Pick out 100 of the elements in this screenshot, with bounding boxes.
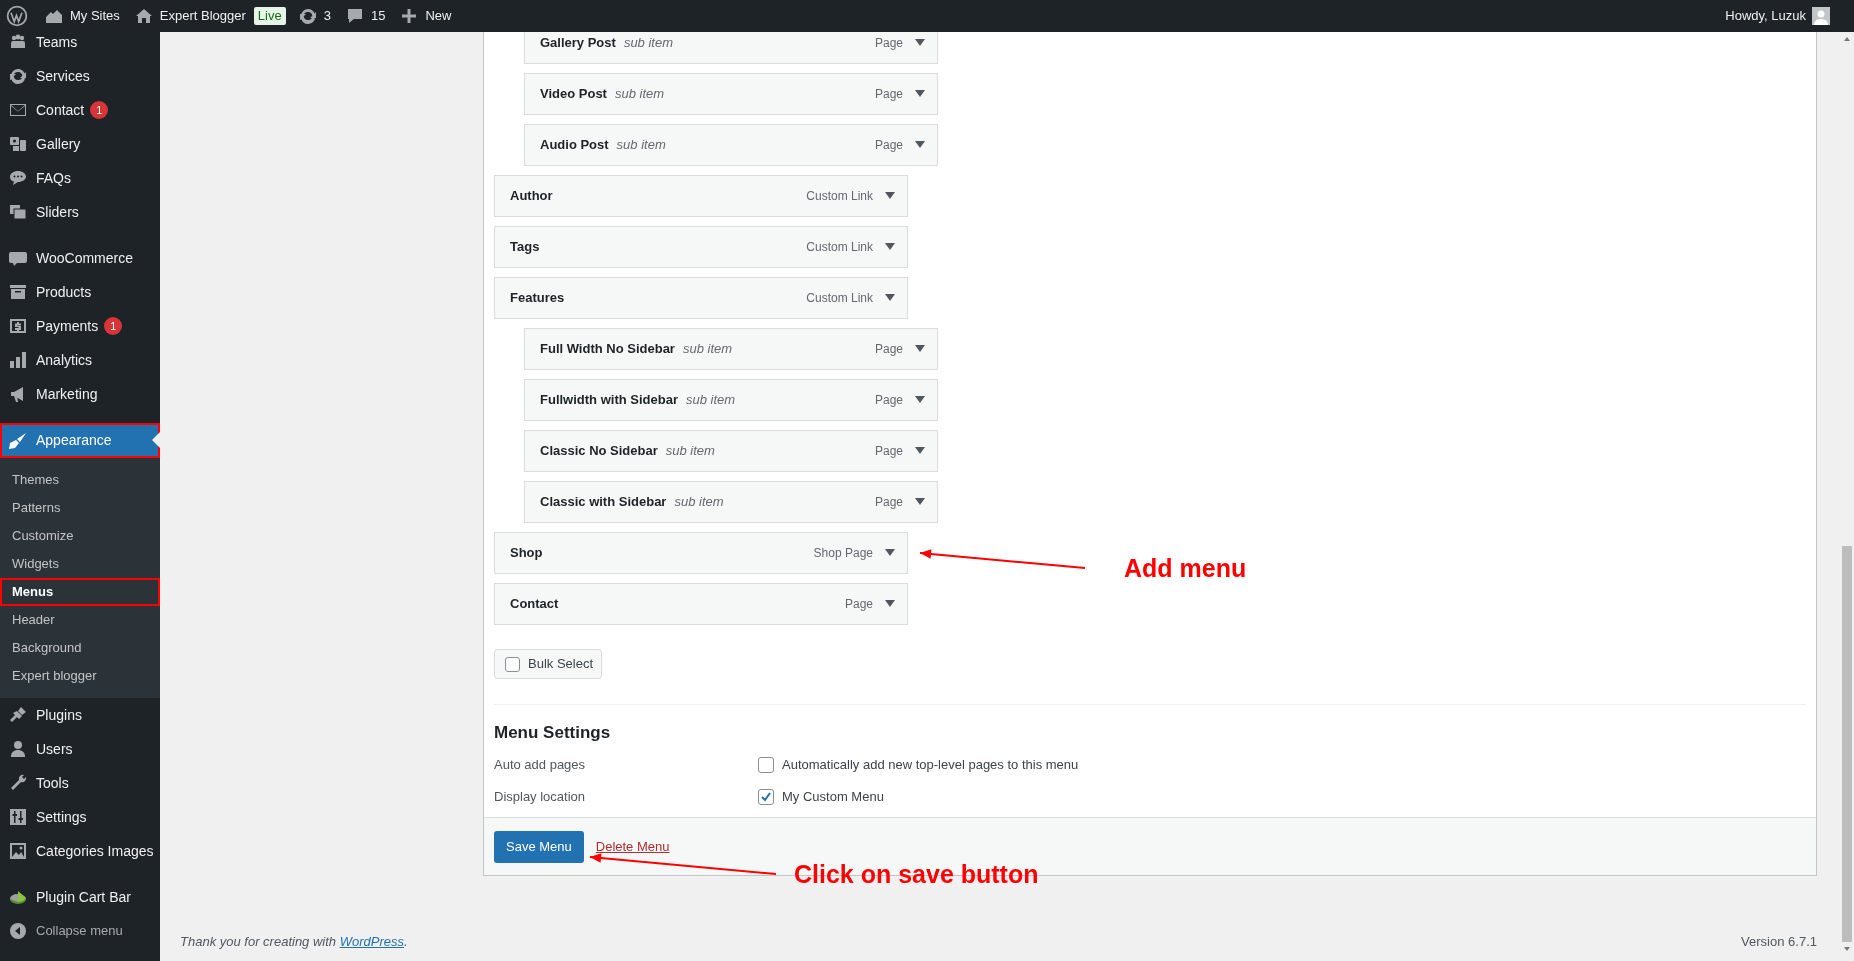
sidebar-item[interactable]: Sliders bbox=[0, 195, 160, 229]
submenu-item[interactable]: Expert blogger bbox=[0, 662, 160, 690]
sidebar-item[interactable]: Marketing bbox=[0, 377, 160, 411]
refresh-icon bbox=[8, 66, 28, 86]
menu-item-type: Page bbox=[874, 341, 903, 358]
collapse-icon bbox=[8, 921, 28, 941]
submenu-item[interactable]: Background bbox=[0, 634, 160, 662]
menu-item-title: Classic No Sidebar bbox=[540, 442, 658, 461]
menu-item-note: sub item bbox=[665, 442, 715, 461]
menu-item-type: Page bbox=[874, 35, 903, 52]
menu-item-title: Classic with Sidebar bbox=[540, 493, 667, 512]
setting-label: Auto add pages bbox=[494, 755, 587, 774]
caret-icon bbox=[915, 89, 925, 99]
sidebar-item[interactable]: Settings bbox=[0, 800, 160, 834]
menu-item-bar[interactable]: Author Custom Link bbox=[494, 175, 908, 217]
sidebar-item[interactable]: Categories Images bbox=[0, 834, 160, 868]
caret-icon bbox=[885, 242, 895, 252]
menu-item-bar[interactable]: Shop Shop Page bbox=[494, 532, 908, 574]
delete-menu-link[interactable]: Delete Menu bbox=[595, 836, 670, 857]
checkbox[interactable] bbox=[758, 756, 774, 773]
wordpress-link[interactable]: WordPress bbox=[339, 934, 404, 949]
notch-icon bbox=[152, 432, 160, 448]
menu-item-title: Video Post bbox=[540, 85, 607, 104]
plug-icon bbox=[8, 705, 28, 725]
submenu-item[interactable]: Widgets bbox=[0, 550, 160, 578]
sidebar-item[interactable]: Tools bbox=[0, 766, 160, 800]
menu-item-bar[interactable]: Classic No Sidebar sub item Page bbox=[524, 430, 938, 472]
sidebar-item[interactable]: Gallery bbox=[0, 127, 160, 161]
scrollbar-thumb[interactable] bbox=[1842, 546, 1852, 942]
live-badge: Live bbox=[253, 7, 286, 25]
submenu-item[interactable]: Patterns bbox=[0, 494, 160, 522]
sidebar-item[interactable]: Teams bbox=[0, 32, 160, 59]
dollar-icon bbox=[8, 316, 28, 336]
paintbrush-icon bbox=[8, 430, 28, 451]
gallery-icon bbox=[8, 134, 28, 154]
notification-badge: 1 bbox=[104, 317, 123, 335]
user-icon bbox=[8, 739, 28, 759]
save-menu-button[interactable]: Save Menu bbox=[494, 830, 584, 863]
setting-label: Display location bbox=[494, 787, 587, 806]
menu-item-type: Shop Page bbox=[813, 545, 873, 562]
caret-icon bbox=[915, 344, 925, 354]
sidebar-item[interactable]: Plugins bbox=[0, 698, 160, 732]
wordpress-logo-icon[interactable] bbox=[6, 5, 28, 27]
sidebar-item[interactable]: FAQs bbox=[0, 161, 160, 195]
caret-icon bbox=[915, 140, 925, 150]
account-link[interactable]: Howdy, Luzuk bbox=[1725, 6, 1848, 26]
sidebar-item[interactable]: Appearance bbox=[0, 423, 160, 458]
notification-badge: 1 bbox=[90, 101, 109, 119]
sidebar-item[interactable]: Users bbox=[0, 732, 160, 766]
menu-item-type: Page bbox=[844, 596, 873, 613]
submenu-item[interactable]: Menus bbox=[0, 578, 160, 606]
caret-icon bbox=[885, 599, 895, 609]
menu-item-title: Fullwidth with Sidebar bbox=[540, 391, 678, 410]
sidebar-item[interactable]: Plugin Cart Bar bbox=[0, 880, 160, 914]
submenu-item[interactable]: Header bbox=[0, 606, 160, 634]
sidebar-item[interactable]: Contact 1 bbox=[0, 93, 160, 127]
checkbox[interactable] bbox=[758, 788, 774, 805]
menu-item-type: Page bbox=[874, 86, 903, 103]
menu-item-bar[interactable]: Full Width No Sidebar sub item Page bbox=[524, 328, 938, 370]
speech-bubble-icon bbox=[8, 168, 28, 188]
collapse-menu-button[interactable]: Collapse menu bbox=[0, 914, 160, 948]
menu-item-type: Custom Link bbox=[806, 188, 873, 205]
sidebar-item[interactable]: WooCommerce bbox=[0, 241, 160, 275]
menu-item-bar[interactable]: Contact Page bbox=[494, 583, 908, 625]
sidebar-item[interactable]: Payments 1 bbox=[0, 309, 160, 343]
updates-link[interactable]: 3 bbox=[297, 0, 331, 32]
submenu-item[interactable]: Themes bbox=[0, 466, 160, 494]
menu-item-bar[interactable]: Tags Custom Link bbox=[494, 226, 908, 268]
check-icon bbox=[760, 790, 772, 803]
sites-link[interactable]: My Sites bbox=[44, 0, 120, 32]
archive-box-icon bbox=[8, 282, 28, 302]
setting-option[interactable]: Automatically add new top-level pages to this menu bbox=[758, 754, 1079, 775]
home-link[interactable]: Expert Blogger bbox=[133, 0, 246, 32]
refresh-icon bbox=[297, 6, 318, 26]
menu-item-title: Full Width No Sidebar bbox=[540, 340, 675, 359]
menu-item-bar[interactable]: Gallery Post sub item Page bbox=[524, 32, 938, 64]
menu-item-bar[interactable]: Audio Post sub item Page bbox=[524, 124, 938, 166]
caret-icon bbox=[885, 548, 895, 558]
menu-item-title: Gallery Post bbox=[540, 34, 616, 53]
submenu-item[interactable]: Customize bbox=[0, 522, 160, 550]
menu-item-bar[interactable]: Fullwidth with Sidebar sub item Page bbox=[524, 379, 938, 421]
caret-icon bbox=[915, 38, 925, 48]
sidebar-item[interactable]: Services bbox=[0, 59, 160, 93]
sidebar-item[interactable]: Analytics bbox=[0, 343, 160, 377]
caret-icon bbox=[885, 293, 895, 303]
setting-option[interactable]: My Custom Menu bbox=[758, 786, 884, 807]
caret-icon bbox=[885, 191, 895, 201]
menu-item-bar[interactable]: Features Custom Link bbox=[494, 277, 908, 319]
slides-icon bbox=[8, 202, 28, 222]
menu-item-title: Contact bbox=[510, 595, 559, 614]
new-link[interactable]: New bbox=[399, 0, 452, 32]
caret-icon bbox=[915, 395, 925, 405]
checkbox[interactable] bbox=[505, 656, 520, 672]
bulk-select-control[interactable]: Bulk Select bbox=[494, 649, 602, 679]
comments-link[interactable]: 15 bbox=[344, 0, 386, 32]
sidebar-item[interactable]: Products bbox=[0, 275, 160, 309]
menu-item-bar[interactable]: Video Post sub item Page bbox=[524, 73, 938, 115]
menu-item-type: Page bbox=[874, 392, 903, 409]
menu-item-bar[interactable]: Classic with Sidebar sub item Page bbox=[524, 481, 938, 523]
avatar-icon bbox=[1812, 7, 1830, 25]
